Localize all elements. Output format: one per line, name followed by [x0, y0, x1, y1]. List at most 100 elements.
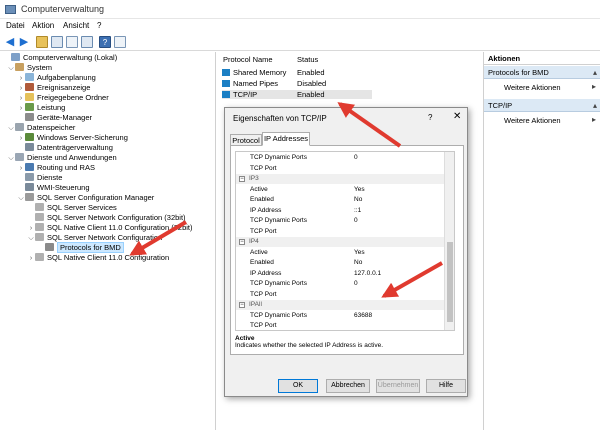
property-group[interactable]: − IP3	[236, 174, 444, 184]
property-key: IP Address	[250, 206, 282, 214]
property-value[interactable]: 0	[354, 153, 358, 163]
chevron-right-icon: ▸	[591, 82, 596, 91]
action-weitere-aktionen-1[interactable]: Weitere Aktionen	[504, 83, 561, 92]
forward-icon[interactable]: ▶	[18, 36, 30, 48]
property-row[interactable]: IP Address::1	[236, 206, 444, 216]
tree-item-wmi-steuerung[interactable]: WMI-Steuerung	[17, 183, 90, 193]
ok-button[interactable]: OK	[278, 379, 318, 393]
tcpip-properties-dialog: Eigenschaften von TCP/IP ? ✕ Protocol IP…	[224, 107, 468, 397]
menu-datei[interactable]: Datei	[6, 21, 25, 30]
property-value[interactable]: Yes	[354, 185, 365, 195]
tree-item-aufgabenplanung[interactable]: › Aufgabenplanung	[17, 73, 96, 83]
device-manager-icon	[25, 113, 34, 121]
actions-section-tcpip[interactable]: TCP/IP ▴	[484, 99, 600, 112]
property-row[interactable]: Enabled No	[236, 195, 444, 205]
show-hide-tree-icon[interactable]	[51, 36, 63, 48]
network-config-icon	[35, 233, 44, 241]
cancel-button[interactable]: Abbrechen	[326, 379, 370, 393]
list-view-icon[interactable]	[66, 36, 78, 48]
menu-help[interactable]: ?	[97, 21, 101, 30]
tree-item-server-sicherung[interactable]: › Windows Server-Sicherung	[17, 133, 128, 143]
collapse-up-icon[interactable]: ▴	[593, 99, 597, 112]
help-icon[interactable]: ?	[99, 36, 111, 48]
property-value[interactable]: ::1	[354, 206, 361, 216]
properties-icon[interactable]	[114, 36, 126, 48]
tab-ip-addresses[interactable]: IP Addresses	[262, 132, 310, 146]
column-header-protocol-name[interactable]: Protocol Name	[223, 55, 273, 64]
property-row[interactable]: TCP Dynamic Ports 0	[236, 279, 444, 289]
property-row[interactable]: TCP Port	[236, 227, 444, 237]
property-key: IP Address	[250, 269, 282, 277]
property-row[interactable]: TCP Port	[236, 164, 444, 174]
collapse-box-icon[interactable]: −	[239, 176, 245, 182]
sql-manager-icon	[25, 193, 34, 201]
property-row[interactable]: TCP Dynamic Ports 0	[236, 216, 444, 226]
action-weitere-aktionen-2[interactable]: Weitere Aktionen	[504, 116, 561, 125]
tree-item-dienste-und-anwendungen[interactable]: ⌵ Dienste und Anwendungen	[7, 153, 117, 163]
collapse-box-icon[interactable]: −	[239, 239, 245, 245]
export-list-icon[interactable]	[81, 36, 93, 48]
dialog-help-button[interactable]: ?	[428, 113, 432, 122]
vertical-scrollbar[interactable]	[444, 152, 454, 330]
tree-item-system[interactable]: ⌵ System	[7, 63, 52, 73]
description-text: Indicates whether the selected IP Addres…	[235, 342, 384, 349]
property-value[interactable]: Yes	[354, 248, 365, 258]
tree-item-routing-ras[interactable]: › Routing und RAS	[17, 163, 95, 173]
actions-section-protocols[interactable]: Protocols for BMD ▴	[484, 66, 600, 79]
tree-item-protocols-for-bmd[interactable]: Protocols for BMD	[37, 242, 124, 253]
back-icon[interactable]: ◀	[4, 36, 16, 48]
help-button[interactable]: Hilfe	[426, 379, 466, 393]
wmi-icon	[25, 183, 34, 191]
protocol-icon	[222, 91, 230, 98]
close-icon[interactable]: ✕	[453, 111, 461, 122]
column-header-status[interactable]: Status	[297, 55, 318, 64]
property-group[interactable]: − IPAll	[236, 300, 444, 310]
tree-item-sql-native-client[interactable]: › SQL Native Client 11.0 Configuration	[27, 253, 169, 263]
folder-up-icon[interactable]	[36, 36, 48, 48]
tree-item-dienste[interactable]: Dienste	[17, 173, 62, 183]
collapse-box-icon[interactable]: −	[239, 302, 245, 308]
property-value[interactable]: No	[354, 195, 362, 205]
tree-item-sql-network-config-32[interactable]: SQL Server Network Configuration (32bit)	[27, 213, 186, 223]
property-row[interactable]: TCP Port	[236, 290, 444, 300]
property-row[interactable]: Active Yes	[236, 248, 444, 258]
collapse-up-icon[interactable]: ▴	[593, 66, 597, 79]
protocol-row-shared-memory[interactable]: Shared Memory Enabled	[222, 68, 325, 77]
sql-services-icon	[35, 203, 44, 211]
tree-item-ereignisanzeige[interactable]: › Ereignisanzeige	[17, 83, 90, 93]
property-value[interactable]: 63688	[354, 311, 372, 321]
property-row[interactable]: TCP Port	[236, 321, 444, 330]
property-key: Active	[250, 185, 268, 193]
menu-ansicht[interactable]: Ansicht	[63, 21, 89, 30]
backup-icon	[25, 133, 34, 141]
routing-icon	[25, 163, 34, 171]
property-row[interactable]: IP Address 127.0.0.1	[236, 269, 444, 279]
property-value[interactable]: 127.0.0.1	[354, 269, 381, 279]
property-key: IP4	[249, 238, 259, 245]
tree-item-geraete-manager[interactable]: Geräte-Manager	[17, 113, 92, 123]
property-value[interactable]: No	[354, 258, 362, 268]
tree-item-sql-config-manager[interactable]: ⌵ SQL Server Configuration Manager	[17, 193, 154, 203]
property-value[interactable]: 0	[354, 216, 358, 226]
tools-icon	[15, 63, 24, 71]
tree-item-sql-server-services[interactable]: SQL Server Services	[27, 203, 117, 213]
tree-item-datenspeicher[interactable]: ⌵ Datenspeicher	[7, 123, 75, 133]
tree-item-datentraegerverwaltung[interactable]: Datenträgerverwaltung	[17, 143, 113, 153]
shared-folder-icon	[25, 93, 34, 101]
scrollbar-thumb[interactable]	[447, 242, 453, 322]
menu-aktion[interactable]: Aktion	[32, 21, 54, 30]
property-row[interactable]: Active Yes	[236, 185, 444, 195]
tree-item-freigegebene-ordner[interactable]: › Freigegebene Ordner	[17, 93, 109, 103]
property-value[interactable]: 0	[354, 279, 358, 289]
property-group[interactable]: − IP4	[236, 237, 444, 247]
tree-item-computerverwaltung[interactable]: Computerverwaltung (Lokal)	[3, 53, 117, 63]
property-row[interactable]: TCP Dynamic Ports 0	[236, 153, 444, 163]
property-description: Active Indicates whether the selected IP…	[235, 335, 457, 353]
tree-item-leistung[interactable]: › Leistung	[17, 103, 65, 113]
property-row[interactable]: TCP Dynamic Ports 63688	[236, 311, 444, 321]
protocol-row-tcp-ip[interactable]: TCP/IP Enabled	[222, 90, 372, 99]
protocol-row-named-pipes[interactable]: Named Pipes Disabled	[222, 79, 326, 88]
tree-item-sql-native-client-32[interactable]: › SQL Native Client 11.0 Configuration (3…	[27, 223, 193, 233]
property-key: TCP Port	[250, 290, 277, 298]
property-row[interactable]: Enabled No	[236, 258, 444, 268]
